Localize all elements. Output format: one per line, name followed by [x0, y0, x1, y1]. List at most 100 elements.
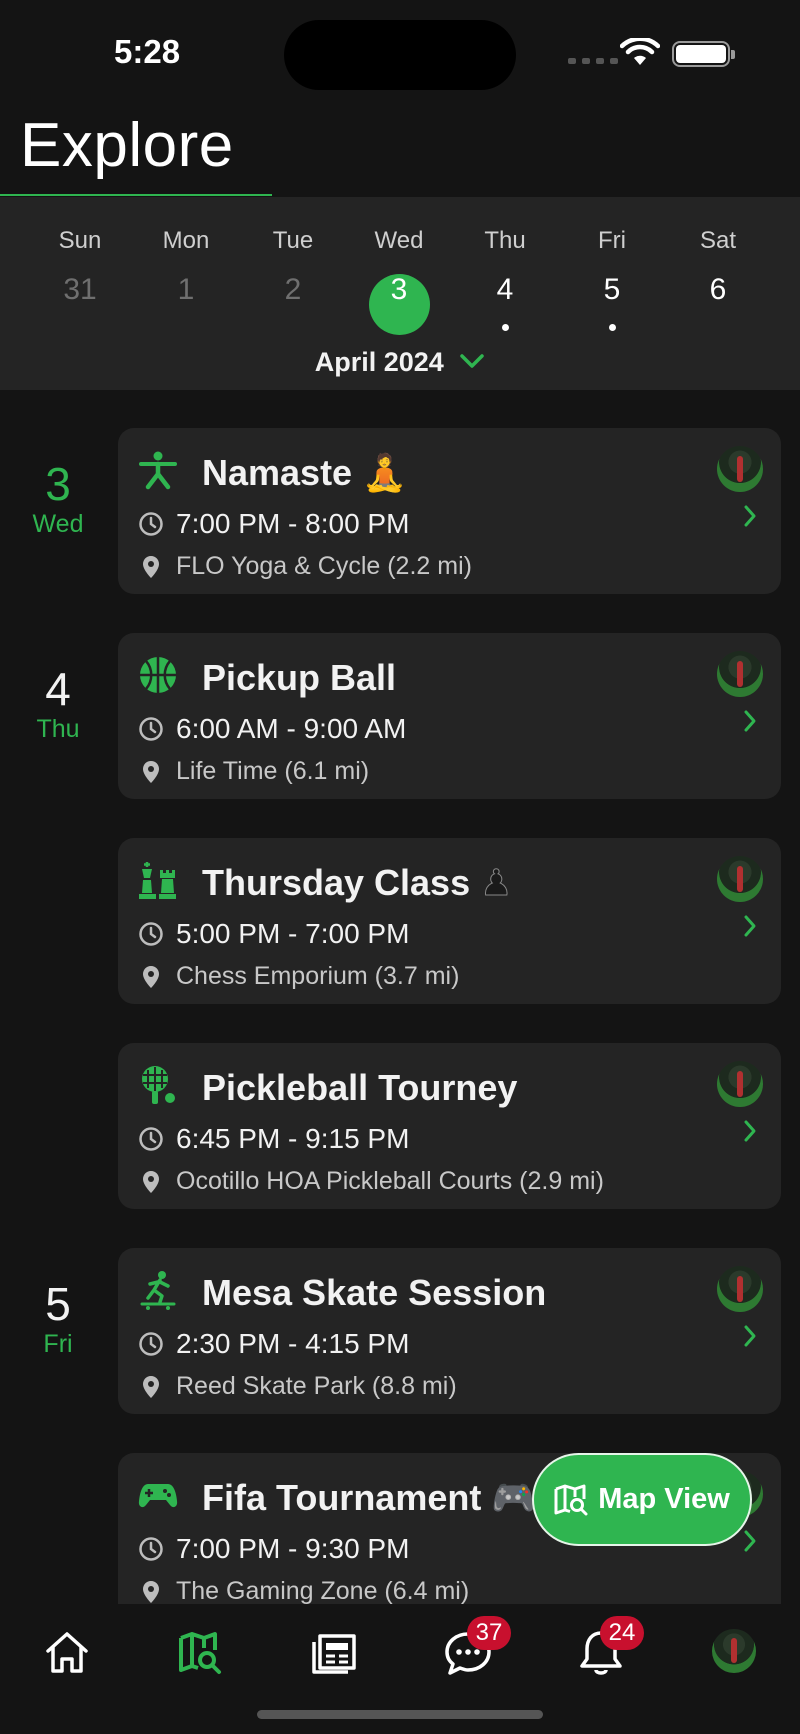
event-time-row: 2:30 PM - 4:15 PM — [138, 1328, 409, 1360]
host-avatar[interactable] — [717, 1061, 763, 1107]
event-list[interactable]: 3 Wed 4 Thu 5 Fri Namaste 🧘 7:00 PM - 8:… — [0, 390, 800, 1604]
event-location-row: Life Time (6.1 mi) — [138, 757, 369, 786]
event-card[interactable]: Namaste 🧘 7:00 PM - 8:00 PM FLO Yoga & C… — [118, 428, 781, 594]
date-label-fri: 5 Fri — [18, 1280, 98, 1359]
event-title: Fifa Tournament 🎮 — [202, 1477, 536, 1519]
messages-tab[interactable]: 37 — [443, 1616, 511, 1678]
day-31[interactable]: 31 — [27, 273, 133, 307]
yoga-icon — [139, 451, 177, 490]
weekday-sun: Sun — [58, 227, 102, 254]
date-label-day: Thu — [36, 715, 80, 743]
event-location: Reed Skate Park (8.8 mi) — [176, 1372, 457, 1400]
event-time: 7:00 PM - 9:30 PM — [176, 1533, 410, 1564]
event-location-row: Reed Skate Park (8.8 mi) — [138, 1372, 457, 1401]
title-underline — [0, 194, 272, 196]
weekday-mon: Mon — [162, 227, 210, 254]
clock-icon — [139, 1127, 163, 1151]
basketball-icon — [140, 657, 176, 693]
chevron-right-icon — [744, 710, 756, 732]
event-card[interactable]: Thursday Class ♟ 5:00 PM - 7:00 PM Chess… — [118, 838, 781, 1004]
page-title: Explore — [20, 111, 234, 180]
event-title: Pickup Ball — [202, 657, 396, 699]
map-view-label: Map View — [598, 1483, 730, 1515]
event-location: Life Time (6.1 mi) — [176, 757, 370, 785]
day-5[interactable]: 5 — [559, 273, 665, 307]
event-title: Mesa Skate Session — [202, 1272, 546, 1314]
event-card[interactable]: Pickup Ball 6:00 AM - 9:00 AM Life Time … — [118, 633, 781, 799]
date-label-number: 3 — [45, 458, 71, 510]
status-time: 5:28 — [114, 33, 181, 70]
event-location-row: The Gaming Zone (6.4 mi) — [138, 1577, 469, 1604]
explore-map-icon[interactable] — [176, 1628, 226, 1678]
chevron-down-icon — [460, 354, 485, 368]
event-time: 2:30 PM - 4:15 PM — [176, 1328, 410, 1359]
dynamic-island — [284, 20, 516, 90]
chevron-right-icon — [744, 915, 756, 937]
event-title: Namaste 🧘 — [202, 452, 407, 494]
weekday-wed: Wed — [374, 227, 424, 254]
day-4[interactable]: 4 — [452, 273, 558, 307]
event-location-row: Chess Emporium (3.7 mi) — [138, 962, 459, 991]
date-label-day: Wed — [32, 510, 84, 538]
event-emoji: 🎮 — [491, 1477, 537, 1518]
day-3-selected[interactable]: 3 — [346, 273, 452, 307]
event-location: FLO Yoga & Cycle (2.2 mi) — [176, 552, 472, 580]
home-indicator — [257, 1710, 543, 1719]
event-card[interactable]: Mesa Skate Session 2:30 PM - 4:15 PM Ree… — [118, 1248, 781, 1414]
event-title-text: Pickup Ball — [202, 657, 397, 698]
wifi-icon — [620, 38, 660, 65]
day-1[interactable]: 1 — [133, 273, 239, 307]
event-title: Thursday Class ♟ — [202, 862, 513, 904]
profile-avatar[interactable] — [712, 1629, 756, 1673]
event-title-text: Mesa Skate Session — [202, 1272, 547, 1313]
cellular-signal-icon — [568, 58, 618, 64]
event-card[interactable]: Pickleball Tourney 6:45 PM - 9:15 PM Oco… — [118, 1043, 781, 1209]
clock-icon — [139, 1537, 163, 1561]
event-title-text: Thursday Class — [202, 862, 471, 903]
event-dot-day-4 — [502, 324, 509, 331]
map-view-button[interactable]: Map View — [532, 1453, 752, 1546]
event-title-text: Fifa Tournament — [202, 1477, 482, 1518]
chevron-right-icon — [744, 1325, 756, 1347]
event-time: 6:45 PM - 9:15 PM — [176, 1123, 410, 1154]
event-title: Pickleball Tourney — [202, 1067, 517, 1109]
clock-icon — [139, 1332, 163, 1356]
event-time-row: 5:00 PM - 7:00 PM — [138, 918, 409, 950]
event-time-row: 7:00 PM - 9:30 PM — [138, 1533, 409, 1565]
event-location: Chess Emporium (3.7 mi) — [176, 962, 460, 990]
event-location-row: Ocotillo HOA Pickleball Courts (2.9 mi) — [138, 1167, 604, 1196]
date-label-number: 5 — [45, 1278, 71, 1330]
day-6[interactable]: 6 — [665, 273, 771, 307]
host-avatar[interactable] — [717, 1266, 763, 1312]
event-location-row: FLO Yoga & Cycle (2.2 mi) — [138, 552, 472, 581]
month-selector[interactable]: April 2024 — [0, 347, 800, 378]
clock-icon — [139, 717, 163, 741]
day-2[interactable]: 2 — [240, 273, 346, 307]
host-avatar[interactable] — [717, 856, 763, 902]
chevron-right-icon — [744, 1530, 756, 1552]
event-time-row: 6:00 AM - 9:00 AM — [138, 713, 406, 745]
clock-icon — [139, 922, 163, 946]
week-calendar: Sun Mon Tue Wed Thu Fri Sat 31 1 2 3 4 5… — [0, 197, 800, 390]
feed-icon[interactable] — [310, 1628, 360, 1678]
event-time-row: 7:00 PM - 8:00 PM — [138, 508, 409, 540]
location-pin-icon — [143, 1580, 159, 1603]
host-avatar[interactable] — [717, 651, 763, 697]
home-icon[interactable] — [42, 1628, 92, 1678]
location-pin-icon — [143, 965, 159, 988]
location-pin-icon — [143, 1170, 159, 1193]
date-label-number: 4 — [45, 663, 71, 715]
host-avatar[interactable] — [717, 446, 763, 492]
date-label-wed: 3 Wed — [18, 460, 98, 539]
notifications-badge: 24 — [600, 1616, 644, 1650]
gamepad-icon — [138, 1484, 178, 1508]
weekday-fri: Fri — [598, 227, 626, 254]
messages-badge: 37 — [467, 1616, 511, 1650]
event-title-text: Pickleball Tourney — [202, 1067, 518, 1108]
weekday-tue: Tue — [272, 227, 314, 254]
event-time: 5:00 PM - 7:00 PM — [176, 918, 410, 949]
map-search-icon — [554, 1484, 588, 1515]
notifications-tab[interactable]: 24 — [576, 1616, 644, 1678]
weekday-sat: Sat — [699, 227, 737, 254]
event-emoji: ♟ — [480, 862, 513, 904]
